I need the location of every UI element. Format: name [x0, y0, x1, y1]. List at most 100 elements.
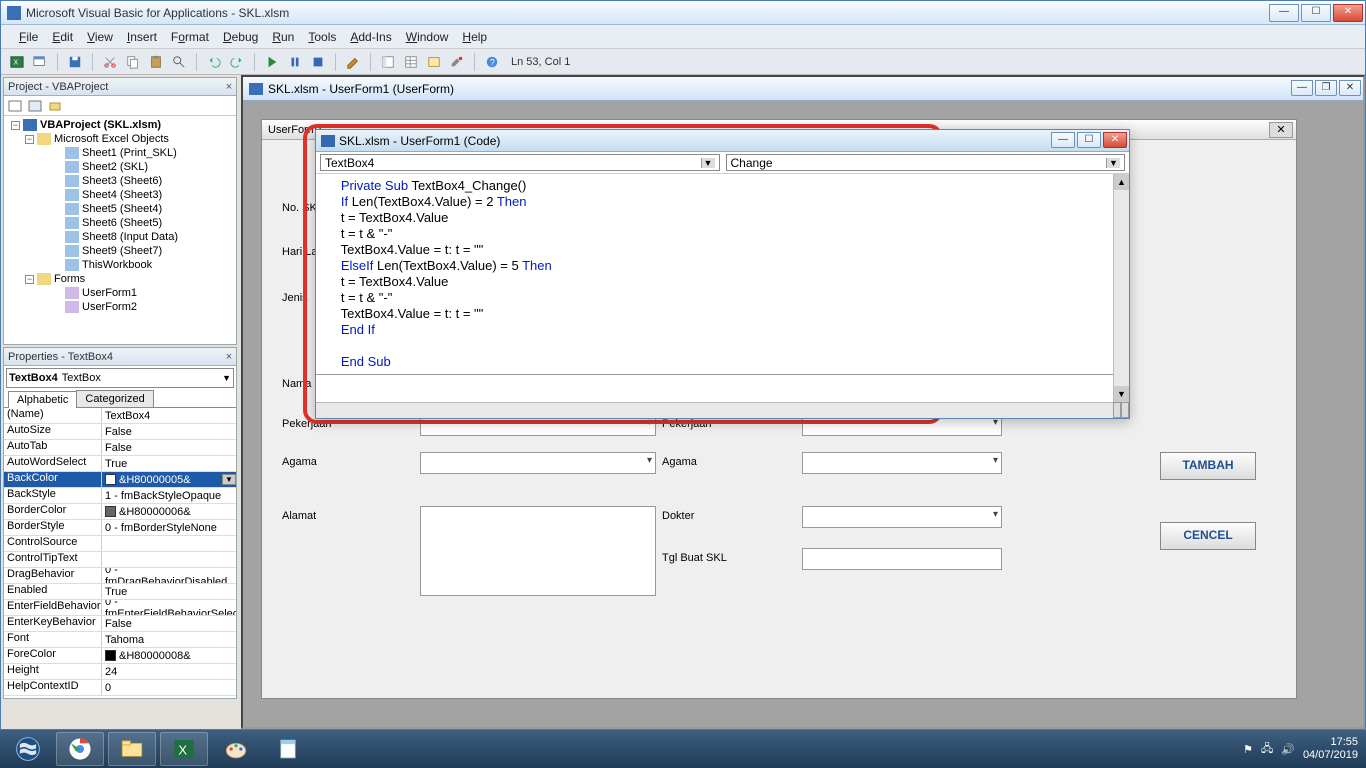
- property-row[interactable]: BorderColor&H80000006&: [4, 504, 236, 520]
- view-excel-icon[interactable]: X: [7, 52, 27, 72]
- tab-categorized[interactable]: Categorized: [76, 390, 153, 407]
- find-icon[interactable]: [169, 52, 189, 72]
- tree-node[interactable]: Sheet4 (Sheet3): [4, 188, 236, 202]
- minimize-button[interactable]: —: [1269, 4, 1299, 22]
- view-code-icon[interactable]: [6, 97, 24, 115]
- menu-help[interactable]: Help: [456, 28, 493, 46]
- copy-icon[interactable]: [123, 52, 143, 72]
- property-row[interactable]: FontTahoma: [4, 632, 236, 648]
- property-row[interactable]: AutoSizeFalse: [4, 424, 236, 440]
- redo-icon[interactable]: [227, 52, 247, 72]
- property-row[interactable]: ControlSource: [4, 536, 236, 552]
- code-vscrollbar[interactable]: ▲▼: [1113, 174, 1129, 418]
- tree-node[interactable]: −Microsoft Excel Objects: [4, 132, 236, 146]
- button-tambah[interactable]: TAMBAH: [1160, 452, 1256, 480]
- tree-node[interactable]: Sheet1 (Print_SKL): [4, 146, 236, 160]
- tray-network-icon[interactable]: 🖧: [1261, 740, 1273, 759]
- taskbar-excel-icon[interactable]: X: [160, 732, 208, 766]
- code-hscrollbar[interactable]: [316, 402, 1129, 418]
- taskbar-chrome-icon[interactable]: [56, 732, 104, 766]
- close-button[interactable]: ✕: [1333, 4, 1363, 22]
- properties-icon[interactable]: [401, 52, 421, 72]
- mdi-close-button[interactable]: ✕: [1339, 80, 1361, 96]
- text-tglbuat[interactable]: [802, 548, 1002, 570]
- taskbar-paint-icon[interactable]: [212, 732, 260, 766]
- tray-volume-icon[interactable]: 🔊: [1281, 743, 1295, 756]
- break-icon[interactable]: [285, 52, 305, 72]
- run-icon[interactable]: [262, 52, 282, 72]
- tree-node[interactable]: −VBAProject (SKL.xlsm): [4, 118, 236, 132]
- menu-run[interactable]: Run: [266, 28, 300, 46]
- paste-icon[interactable]: [146, 52, 166, 72]
- reset-icon[interactable]: [308, 52, 328, 72]
- tree-node[interactable]: Sheet9 (Sheet7): [4, 244, 236, 258]
- combo-dokter[interactable]: [802, 506, 1002, 528]
- property-row[interactable]: BackStyle1 - fmBackStyleOpaque: [4, 488, 236, 504]
- menu-insert[interactable]: Insert: [121, 28, 163, 46]
- tree-node[interactable]: ThisWorkbook: [4, 258, 236, 272]
- property-row[interactable]: BackColor&H80000005&▼: [4, 472, 236, 488]
- project-explorer-icon[interactable]: [378, 52, 398, 72]
- property-row[interactable]: EnterFieldBehavior0 - fmEnterFieldBehavi…: [4, 600, 236, 616]
- insert-userform-icon[interactable]: [30, 52, 50, 72]
- menu-tools[interactable]: Tools: [302, 28, 342, 46]
- code-close-button[interactable]: ✕: [1103, 132, 1127, 148]
- property-row[interactable]: AutoWordSelectTrue: [4, 456, 236, 472]
- property-row[interactable]: (Name)TextBox4: [4, 408, 236, 424]
- code-procedure-dropdown[interactable]: Change▼: [726, 154, 1126, 171]
- tree-node[interactable]: Sheet2 (SKL): [4, 160, 236, 174]
- property-row[interactable]: AutoTabFalse: [4, 440, 236, 456]
- code-view-toggle[interactable]: [1113, 402, 1129, 418]
- design-mode-icon[interactable]: [343, 52, 363, 72]
- taskbar-explorer-icon[interactable]: [108, 732, 156, 766]
- tree-node[interactable]: Sheet6 (Sheet5): [4, 216, 236, 230]
- menu-addins[interactable]: Add-Ins: [344, 28, 397, 46]
- properties-object-selector[interactable]: TextBox4 TextBox▼: [6, 368, 234, 388]
- button-cencel[interactable]: CENCEL: [1160, 522, 1256, 550]
- tree-node[interactable]: Sheet5 (Sheet4): [4, 202, 236, 216]
- maximize-button[interactable]: ☐: [1301, 4, 1331, 22]
- toggle-folders-icon[interactable]: [46, 97, 64, 115]
- property-row[interactable]: ForeColor&H80000008&: [4, 648, 236, 664]
- taskbar-notepad-icon[interactable]: [264, 732, 312, 766]
- undo-icon[interactable]: [204, 52, 224, 72]
- tray-flag-icon[interactable]: ⚑: [1243, 743, 1253, 756]
- taskbar-clock[interactable]: 17:55 04/07/2019: [1303, 736, 1358, 762]
- tree-node[interactable]: Sheet8 (Input Data): [4, 230, 236, 244]
- tab-alphabetic[interactable]: Alphabetic: [8, 391, 77, 408]
- start-button[interactable]: [4, 732, 52, 766]
- property-row[interactable]: DragBehavior0 - fmDragBehaviorDisabled: [4, 568, 236, 584]
- tree-node[interactable]: Sheet3 (Sheet6): [4, 174, 236, 188]
- object-browser-icon[interactable]: [424, 52, 444, 72]
- userform-close-icon[interactable]: ✕: [1269, 122, 1293, 138]
- code-minimize-button[interactable]: —: [1051, 132, 1075, 148]
- tree-node[interactable]: UserForm2: [4, 300, 236, 314]
- property-row[interactable]: Height24: [4, 664, 236, 680]
- mdi-minimize-button[interactable]: —: [1291, 80, 1313, 96]
- toolbox-icon[interactable]: [447, 52, 467, 72]
- mdi-restore-button[interactable]: ❐: [1315, 80, 1337, 96]
- code-editor[interactable]: Private Sub TextBox4_Change() If Len(Tex…: [316, 174, 1129, 418]
- properties-grid[interactable]: (Name)TextBox4AutoSizeFalseAutoTabFalseA…: [4, 408, 236, 698]
- menu-file[interactable]: File: [13, 28, 44, 46]
- menu-edit[interactable]: Edit: [46, 28, 79, 46]
- combo-agama2[interactable]: [802, 452, 1002, 474]
- property-row[interactable]: ControlTipText: [4, 552, 236, 568]
- project-panel-close-icon[interactable]: ×: [222, 81, 236, 93]
- property-row[interactable]: HelpContextID0: [4, 680, 236, 696]
- text-alamat[interactable]: [420, 506, 656, 596]
- combo-agama[interactable]: [420, 452, 656, 474]
- property-row[interactable]: BorderStyle0 - fmBorderStyleNone: [4, 520, 236, 536]
- tree-node[interactable]: UserForm1: [4, 286, 236, 300]
- menu-view[interactable]: View: [81, 28, 119, 46]
- cut-icon[interactable]: [100, 52, 120, 72]
- project-tree[interactable]: −VBAProject (SKL.xlsm)−Microsoft Excel O…: [4, 116, 236, 344]
- save-icon[interactable]: [65, 52, 85, 72]
- property-row[interactable]: EnterKeyBehaviorFalse: [4, 616, 236, 632]
- menu-window[interactable]: Window: [400, 28, 455, 46]
- code-maximize-button[interactable]: ☐: [1077, 132, 1101, 148]
- menu-debug[interactable]: Debug: [217, 28, 264, 46]
- help-icon[interactable]: ?: [482, 52, 502, 72]
- menu-format[interactable]: Format: [165, 28, 215, 46]
- view-object-icon[interactable]: [26, 97, 44, 115]
